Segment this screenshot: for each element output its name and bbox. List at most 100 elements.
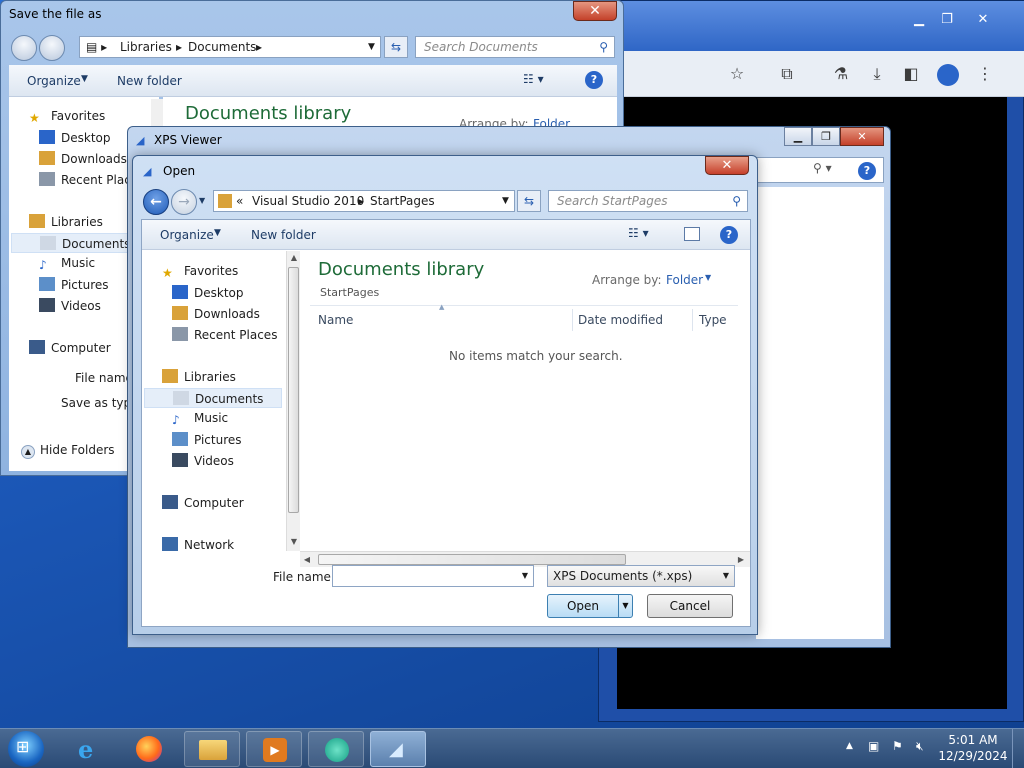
column-separator[interactable]: [572, 309, 573, 331]
system-clock[interactable]: 5:01 AM 12/29/2024: [938, 733, 1008, 763]
column-separator[interactable]: [692, 309, 693, 331]
chevron-down-icon[interactable]: ▼: [502, 196, 509, 206]
taskbar-xps-viewer[interactable]: ◢: [370, 731, 426, 767]
scroll-down-icon[interactable]: ▼: [289, 537, 299, 546]
breadcrumb-libraries[interactable]: Libraries: [120, 40, 172, 54]
refresh-icon[interactable]: ⇆: [517, 190, 541, 212]
breadcrumb-overflow[interactable]: «: [236, 194, 243, 208]
chevron-down-icon[interactable]: ▼: [522, 571, 528, 580]
cancel-button[interactable]: Cancel: [647, 594, 733, 618]
download-icon[interactable]: ⤓: [865, 63, 889, 85]
close-button[interactable]: ✕: [840, 127, 884, 146]
volume-muted-icon[interactable]: 🔇︎: [916, 739, 924, 754]
taskbar-media-player[interactable]: ▶: [246, 731, 302, 767]
nav-libraries[interactable]: Libraries: [29, 214, 103, 229]
preview-pane-icon[interactable]: [684, 227, 700, 241]
close-button[interactable]: ✕: [705, 156, 749, 175]
libraries-icon: [29, 214, 45, 228]
network-tray-icon[interactable]: ▣: [868, 739, 879, 753]
organize-button[interactable]: Organize: [160, 228, 214, 242]
nav-desktop[interactable]: Desktop: [39, 130, 111, 145]
start-button[interactable]: ⊞: [8, 731, 44, 767]
minimize-icon[interactable]: ▁: [905, 11, 933, 29]
back-button[interactable]: ←: [143, 189, 169, 215]
profile-avatar-icon[interactable]: [937, 64, 959, 86]
show-hidden-icons[interactable]: ▲: [846, 741, 853, 751]
open-button[interactable]: Open ▼: [547, 594, 633, 618]
recent-pages-icon[interactable]: ▼: [199, 196, 205, 205]
scroll-right-icon[interactable]: ▶: [736, 555, 746, 564]
search-box[interactable]: Search Documents ⚲: [415, 36, 615, 58]
nav-recent-places[interactable]: Recent Places: [172, 327, 277, 342]
nav-libraries[interactable]: Libraries: [162, 369, 236, 384]
taskbar-file-explorer[interactable]: [184, 731, 240, 767]
help-icon[interactable]: ?: [585, 71, 603, 89]
forward-button[interactable]: [39, 35, 65, 61]
help-icon[interactable]: ?: [720, 226, 738, 244]
refresh-icon[interactable]: ⇆: [384, 36, 408, 58]
close-button[interactable]: ✕: [573, 1, 617, 21]
view-options-icon[interactable]: ☷ ▾: [523, 72, 544, 86]
new-folder-button[interactable]: New folder: [251, 228, 316, 242]
column-header-name[interactable]: Name: [318, 313, 353, 327]
nav-documents[interactable]: Documents: [144, 388, 282, 408]
scroll-left-icon[interactable]: ◀: [302, 555, 312, 564]
scroll-thumb[interactable]: [288, 267, 299, 513]
labs-flask-icon[interactable]: ⚗: [829, 63, 853, 85]
nav-music[interactable]: ♪ Music: [39, 256, 95, 272]
nav-pictures[interactable]: Pictures: [39, 277, 109, 292]
show-desktop-button[interactable]: [1012, 729, 1024, 768]
forward-button[interactable]: →: [171, 189, 197, 215]
nav-pictures[interactable]: Pictures: [172, 432, 242, 447]
nav-favorites[interactable]: ★ Favorites: [29, 109, 105, 125]
breadcrumb-documents[interactable]: Documents: [188, 40, 256, 54]
taskbar-internet-explorer[interactable]: e: [64, 731, 120, 767]
menu-kebab-icon[interactable]: ⋮: [973, 63, 997, 85]
maximize-icon[interactable]: ❐: [933, 11, 961, 29]
search-input[interactable]: Search Documents: [424, 40, 538, 54]
nav-desktop[interactable]: Desktop: [172, 285, 244, 300]
taskbar-firefox[interactable]: [122, 731, 178, 767]
help-icon[interactable]: ?: [858, 162, 876, 180]
file-type-select[interactable]: XPS Documents (*.xps) ▼: [547, 565, 735, 587]
chevron-down-icon[interactable]: ▼: [368, 42, 375, 52]
column-header-type[interactable]: Type: [699, 313, 727, 327]
organize-button[interactable]: Organize: [27, 74, 81, 88]
nav-favorites[interactable]: ★ Favorites: [162, 264, 238, 280]
nav-downloads[interactable]: Downloads: [172, 306, 260, 321]
nav-videos[interactable]: Videos: [39, 298, 101, 313]
address-bar[interactable]: ▤ ▸ Libraries ▸ Documents ▸ ▼: [79, 36, 381, 58]
maximize-button[interactable]: ❐: [812, 127, 840, 146]
nav-network[interactable]: Network: [162, 537, 234, 552]
hide-folders-button[interactable]: ▲ Hide Folders: [21, 443, 115, 459]
nav-music[interactable]: ♪ Music: [172, 411, 228, 427]
arrange-by-dropdown[interactable]: Folder: [666, 273, 703, 287]
nav-computer[interactable]: Computer: [29, 340, 111, 355]
close-icon[interactable]: ✕: [969, 11, 997, 29]
search-input[interactable]: Search StartPages: [557, 194, 667, 208]
search-box[interactable]: Search StartPages ⚲: [548, 190, 748, 212]
extensions-icon[interactable]: ⧉: [775, 63, 799, 85]
minimize-button[interactable]: ▁: [784, 127, 812, 146]
new-folder-button[interactable]: New folder: [117, 74, 182, 88]
taskbar-chat-app[interactable]: [308, 731, 364, 767]
nav-computer[interactable]: Computer: [162, 495, 244, 510]
side-panel-icon[interactable]: ◧: [899, 63, 923, 85]
action-center-flag-icon[interactable]: ⚑: [892, 739, 903, 753]
nav-videos[interactable]: Videos: [172, 453, 234, 468]
bookmark-star-icon[interactable]: ☆: [725, 63, 749, 85]
scroll-up-icon[interactable]: ▲: [289, 253, 299, 262]
scroll-thumb[interactable]: [318, 554, 626, 565]
address-bar[interactable]: « Visual Studio 2010 ▸ StartPages ▼: [213, 190, 515, 212]
nav-downloads[interactable]: Downloads: [39, 151, 127, 166]
nav-scrollbar[interactable]: [151, 99, 163, 129]
breadcrumb-visual-studio-2010[interactable]: Visual Studio 2010: [252, 194, 364, 208]
column-header-date-modified[interactable]: Date modified: [578, 313, 663, 327]
view-options-icon[interactable]: ☷ ▾: [628, 226, 649, 240]
file-name-input[interactable]: ▼: [332, 565, 534, 587]
back-button[interactable]: [11, 35, 37, 61]
chevron-down-icon[interactable]: ▼: [618, 595, 632, 617]
library-subtitle: StartPages: [320, 286, 380, 299]
breadcrumb-startpages[interactable]: StartPages: [370, 194, 435, 208]
nav-scrollbar[interactable]: ▲ ▼: [286, 251, 300, 551]
